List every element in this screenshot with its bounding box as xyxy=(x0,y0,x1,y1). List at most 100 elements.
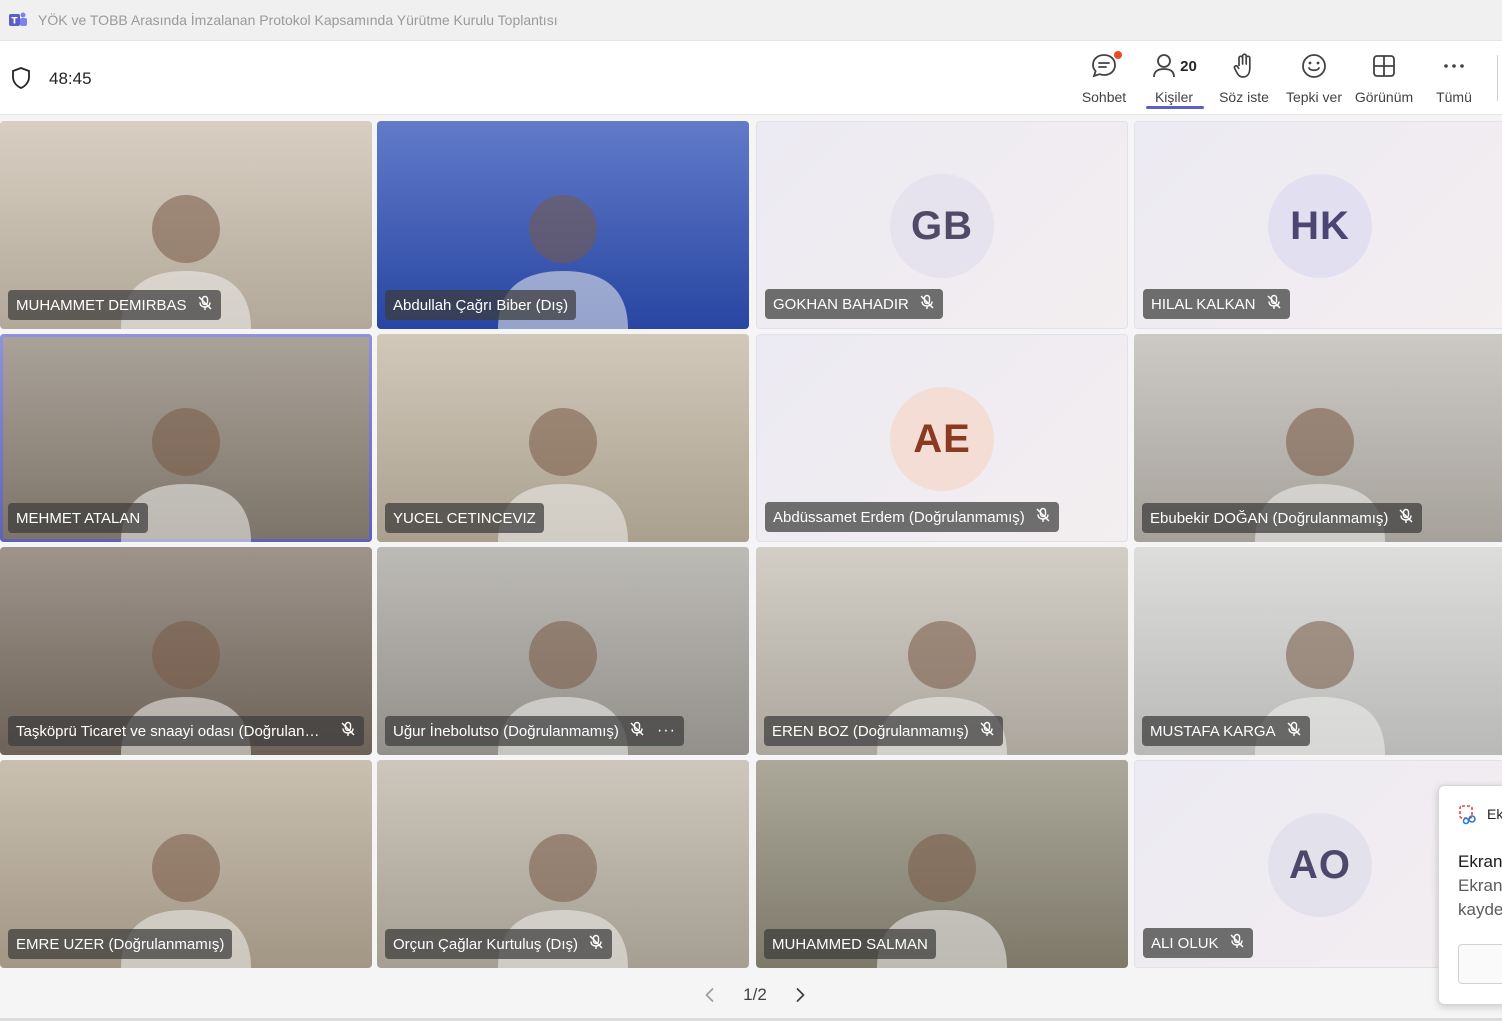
page-indicator: 1/2 xyxy=(743,985,767,1004)
participant-name: GOKHAN BAHADIR xyxy=(773,295,909,313)
participant-name: ALI OLUK xyxy=(1151,934,1219,952)
participant-name: Uğur İnebolutso (Doğrulanmamış) xyxy=(393,722,619,740)
people-button-label: Kişiler xyxy=(1154,89,1194,105)
chevron-left-icon[interactable] xyxy=(700,985,720,1005)
window-title: YÖK ve TOBB Arasında İmzalanan Protokol … xyxy=(38,12,558,28)
participant-grid: MUHAMMET DEMIRBAS Abdullah Çağrı Biber (D… xyxy=(0,121,1502,969)
participant-name-badge: Abdullah Çağrı Biber (Dış) xyxy=(385,290,577,320)
participant-name-badge: MUHAMMET DEMIRBAS xyxy=(8,290,221,320)
mic-off-icon xyxy=(340,721,356,741)
participant-name-badge: HILAL KALKAN xyxy=(1143,289,1290,319)
mic-off-icon xyxy=(1398,508,1414,528)
participant-name: MUHAMMET DEMIRBAS xyxy=(16,296,187,314)
participant-tile[interactable]: MUHAMMED SALMAN xyxy=(756,760,1128,968)
chat-button[interactable]: Sohbet xyxy=(1079,49,1129,111)
participant-tile[interactable]: MEHMET ATALAN xyxy=(0,334,372,542)
participant-name-badge: MEHMET ATALAN xyxy=(8,503,149,533)
participant-name: YUCEL CETINCEVIZ xyxy=(393,509,536,527)
people-button[interactable]: 20 Kişiler xyxy=(1148,49,1200,111)
people-icon xyxy=(1153,54,1176,78)
react-button-label: Tepki ver xyxy=(1285,89,1343,105)
participant-name-badge: Taşköprü Ticaret ve snaayi odası (Doğrul… xyxy=(8,716,364,746)
view-button-label: Görünüm xyxy=(1354,89,1414,105)
participant-avatar: GB xyxy=(890,174,994,278)
toast-body-line: kayde xyxy=(1458,900,1502,919)
mic-off-icon xyxy=(1286,721,1302,741)
meeting-toolbar: 48:45 Sohbet 20 Kişiler Söz iste Tepki v… xyxy=(0,41,1502,115)
participant-tile[interactable]: MUHAMMET DEMIRBAS xyxy=(0,121,372,329)
more-icon xyxy=(1444,64,1464,68)
more-button-label: Tümü xyxy=(1436,89,1472,105)
participant-name-badge: YUCEL CETINCEVIZ xyxy=(385,503,544,533)
snipping-tool-icon xyxy=(1459,805,1476,825)
mic-off-icon xyxy=(1229,933,1245,953)
participant-name: Ebubekir DOĞAN (Doğrulanmamış) xyxy=(1150,509,1389,527)
participant-name-badge: Abdüssamet Erdem (Doğrulanmamış) xyxy=(765,502,1059,532)
mic-off-icon xyxy=(1035,507,1051,527)
more-button[interactable]: Tümü xyxy=(1432,49,1476,111)
participant-tile[interactable]: Uğur İnebolutso (Doğrulanmamış) ··· xyxy=(377,547,749,755)
participant-tile[interactable]: MUSTAFA KARGA xyxy=(1134,547,1502,755)
raise-hand-button[interactable]: Söz iste xyxy=(1218,49,1270,111)
participant-name-badge: EREN BOZ (Doğrulanmamış) xyxy=(764,716,1003,746)
teams-logo-icon: T xyxy=(9,12,27,27)
participant-tile[interactable]: HK HILAL KALKAN xyxy=(1134,121,1502,329)
participant-name-badge: Ebubekir DOĞAN (Doğrulanmamış) xyxy=(1142,503,1423,533)
participant-tile[interactable]: EREN BOZ (Doğrulanmamış) xyxy=(756,547,1128,755)
toast-heading: Ekran xyxy=(1458,852,1502,871)
participant-name-badge: MUSTAFA KARGA xyxy=(1142,716,1310,746)
mic-off-icon xyxy=(1266,294,1282,314)
chat-button-label: Sohbet xyxy=(1081,89,1127,105)
view-button[interactable]: Görünüm xyxy=(1353,49,1415,111)
gallery-pager: 1/2 xyxy=(700,980,810,1010)
shield-icon xyxy=(12,67,30,89)
participant-name: MUHAMMED SALMAN xyxy=(772,935,928,953)
participant-name-badge: Uğur İnebolutso (Doğrulanmamış) ··· xyxy=(385,716,684,746)
participant-tile[interactable]: Abdullah Çağrı Biber (Dış) xyxy=(377,121,749,329)
raise-hand-icon xyxy=(1233,53,1251,78)
participant-name-badge: EMRE UZER (Doğrulanmamış) xyxy=(8,929,233,959)
participant-tile[interactable]: EMRE UZER (Doğrulanmamış) xyxy=(0,760,372,968)
participant-avatar: AO xyxy=(1268,813,1372,917)
participant-tile[interactable]: Taşköprü Ticaret ve snaayi odası (Doğrul… xyxy=(0,547,372,755)
meeting-timer: 48:45 xyxy=(49,69,92,88)
people-tab-indicator xyxy=(1146,106,1204,109)
chat-notification-dot xyxy=(1114,51,1122,59)
participant-avatar: AE xyxy=(890,387,994,491)
participant-name: MEHMET ATALAN xyxy=(16,509,141,527)
chevron-right-icon[interactable] xyxy=(790,985,810,1005)
mic-off-icon xyxy=(979,721,995,741)
title-bar: T YÖK ve TOBB Arasında İmzalanan Protoko… xyxy=(0,0,1502,41)
participant-name: EREN BOZ (Doğrulanmamış) xyxy=(772,722,969,740)
mic-off-icon xyxy=(919,294,935,314)
mic-off-icon xyxy=(197,295,213,315)
smiley-icon xyxy=(1302,54,1326,78)
participant-avatar: HK xyxy=(1268,174,1372,278)
toolbar-divider xyxy=(1497,55,1498,101)
mic-off-icon xyxy=(629,721,645,741)
people-count: 20 xyxy=(1180,57,1197,75)
participant-name: Abdüssamet Erdem (Doğrulanmamış) xyxy=(773,508,1025,526)
participant-name: Orçun Çağlar Kurtuluş (Dış) xyxy=(393,935,579,953)
participant-tile[interactable]: GB GOKHAN BAHADIR xyxy=(756,121,1128,329)
participant-name: Abdullah Çağrı Biber (Dış) xyxy=(393,296,569,314)
participant-name-badge: GOKHAN BAHADIR xyxy=(765,289,943,319)
participant-tile[interactable]: Orçun Çağlar Kurtuluş (Dış) xyxy=(377,760,749,968)
participant-name: EMRE UZER (Doğrulanmamış) xyxy=(16,935,225,953)
participant-name-badge: Orçun Çağlar Kurtuluş (Dış) xyxy=(385,929,613,959)
participant-name: HILAL KALKAN xyxy=(1151,295,1256,313)
toast-body-line: Ekran xyxy=(1458,876,1502,895)
svg-text:T: T xyxy=(11,17,18,27)
react-button[interactable]: Tepki ver xyxy=(1286,49,1342,111)
participant-name: Taşköprü Ticaret ve snaayi odası (Doğrul… xyxy=(16,722,330,740)
participant-more-icon[interactable]: ··· xyxy=(657,722,676,740)
participant-tile[interactable]: AE Abdüssamet Erdem (Doğrulanmamış) xyxy=(756,334,1128,542)
toast-action-button[interactable] xyxy=(1458,944,1502,984)
mic-off-icon xyxy=(588,934,604,954)
participant-tile[interactable]: YUCEL CETINCEVIZ xyxy=(377,334,749,542)
participant-name-badge: MUHAMMED SALMAN xyxy=(764,929,936,959)
participant-tile[interactable]: Ebubekir DOĞAN (Doğrulanmamış) xyxy=(1134,334,1502,542)
grid-view-icon xyxy=(1373,55,1395,77)
raise-hand-button-label: Söz iste xyxy=(1219,89,1269,105)
notification-toast[interactable]: Ek Ekran Ekran kayde xyxy=(1438,785,1502,1005)
